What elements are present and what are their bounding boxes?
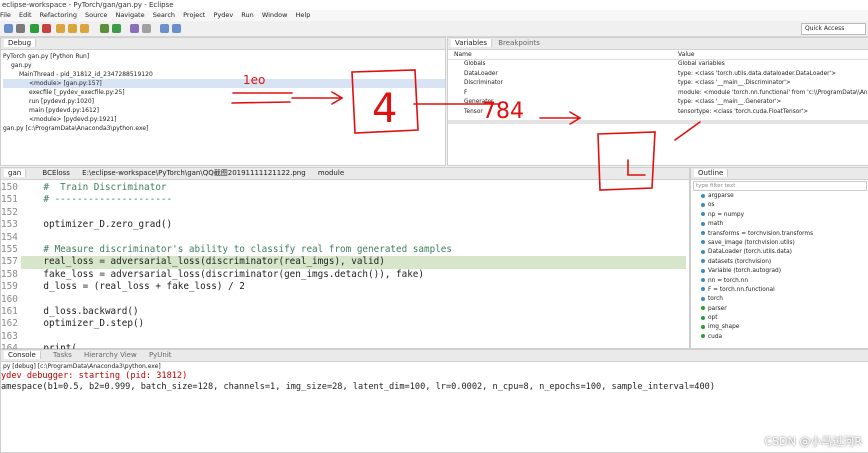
annotation-4: 4: [372, 86, 397, 132]
stroke: [627, 159, 646, 176]
underline-stroke: [231, 101, 291, 104]
stroke: [674, 121, 701, 141]
watermark: CSDN @小马过河R: [764, 435, 862, 448]
hand-drawn-box: [597, 131, 656, 191]
annotation-1eo: 1eo: [243, 73, 265, 87]
arrow-right-stroke: [291, 91, 344, 105]
annotation-784: 784: [482, 99, 524, 124]
arrow-right-stroke: [539, 111, 582, 125]
handwritten-annotations: 1eo 4 784: [231, 69, 701, 191]
